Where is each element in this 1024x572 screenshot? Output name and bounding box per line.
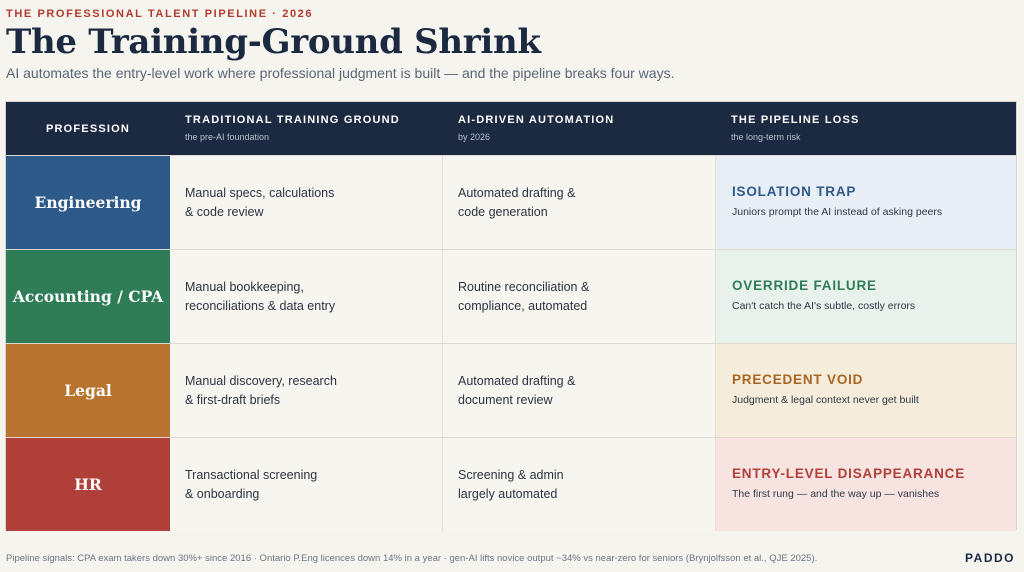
header-traditional: TRADITIONAL TRAINING GROUND the pre-AI f… <box>185 102 445 155</box>
loss-title: OVERRIDE FAILURE <box>732 278 877 293</box>
automation-cell: Screening & admin largely automated <box>443 438 716 531</box>
loss-description: Juniors prompt the AI instead of asking … <box>732 206 943 218</box>
traditional-text: Manual specs, calculations & code review <box>185 185 335 219</box>
pipeline-table: PROFESSION TRADITIONAL TRAINING GROUND t… <box>5 101 1017 531</box>
header-loss: THE PIPELINE LOSS the long-term risk <box>731 102 1011 155</box>
automation-cell: Routine reconciliation & compliance, aut… <box>443 250 716 343</box>
header-automation-label: AI-DRIVEN AUTOMATION <box>458 114 615 126</box>
header-loss-label: THE PIPELINE LOSS <box>731 114 860 126</box>
table-row: Legal Manual discovery, research & first… <box>6 343 1016 437</box>
eyebrow: THE PROFESSIONAL TALENT PIPELINE · 2026 <box>6 8 314 20</box>
loss-cell: ISOLATION TRAP Juniors prompt the AI ins… <box>716 156 1016 249</box>
traditional-cell: Transactional screening & onboarding <box>170 438 443 531</box>
loss-title: ENTRY-LEVEL DISAPPEARANCE <box>732 466 966 481</box>
page-title: The Training-Ground Shrink <box>6 22 541 62</box>
traditional-text: Transactional screening & onboarding <box>185 467 318 501</box>
traditional-cell: Manual specs, calculations & code review <box>170 156 443 249</box>
header-traditional-label: TRADITIONAL TRAINING GROUND <box>185 114 400 126</box>
traditional-cell: Manual discovery, research & first-draft… <box>170 344 443 437</box>
loss-title: ISOLATION TRAP <box>732 184 857 199</box>
traditional-cell: Manual bookkeeping, reconciliations & da… <box>170 250 443 343</box>
traditional-text: Manual bookkeeping, reconciliations & da… <box>185 279 336 313</box>
automation-text: Screening & admin largely automated <box>458 467 564 501</box>
profession-engineering: Engineering <box>6 156 170 249</box>
traditional-text: Manual discovery, research & first-draft… <box>185 373 337 407</box>
profession-legal: Legal <box>6 344 170 437</box>
automation-text: Routine reconciliation & compliance, aut… <box>458 279 590 313</box>
loss-cell: ENTRY-LEVEL DISAPPEARANCE The first rung… <box>716 438 1016 531</box>
automation-text: Automated drafting & code generation <box>458 185 576 219</box>
page-subtitle: AI automates the entry-level work where … <box>6 65 675 81</box>
footer-signals: Pipeline signals: CPA exam takers down 3… <box>6 553 818 564</box>
table-row: Accounting / CPA Manual bookkeeping, rec… <box>6 249 1016 343</box>
profession-hr: HR <box>6 438 170 531</box>
profession-accounting: Accounting / CPA <box>6 250 170 343</box>
table-row: HR Transactional screening & onboarding … <box>6 437 1016 531</box>
header-loss-sub: the long-term risk <box>731 132 801 142</box>
header-automation-sub: by 2026 <box>458 132 491 142</box>
automation-text: Automated drafting & document review <box>458 373 576 407</box>
table-header: PROFESSION TRADITIONAL TRAINING GROUND t… <box>6 102 1016 155</box>
header-automation: AI-DRIVEN AUTOMATION by 2026 <box>458 102 718 155</box>
loss-description: Judgment & legal context never get built <box>732 394 919 406</box>
automation-cell: Automated drafting & code generation <box>443 156 716 249</box>
header-profession: PROFESSION <box>6 102 170 155</box>
brand-logo[interactable]: PADDO <box>965 551 1015 565</box>
loss-cell: OVERRIDE FAILURE Can't catch the AI's su… <box>716 250 1016 343</box>
automation-cell: Automated drafting & document review <box>443 344 716 437</box>
loss-description: The first rung — and the way up — vanish… <box>732 488 940 500</box>
loss-description: Can't catch the AI's subtle, costly erro… <box>732 300 916 312</box>
loss-cell: PRECEDENT VOID Judgment & legal context … <box>716 344 1016 437</box>
header-traditional-sub: the pre-AI foundation <box>185 132 270 142</box>
table-row: Engineering Manual specs, calculations &… <box>6 155 1016 249</box>
loss-title: PRECEDENT VOID <box>732 372 864 387</box>
header-profession-label: PROFESSION <box>45 122 131 135</box>
